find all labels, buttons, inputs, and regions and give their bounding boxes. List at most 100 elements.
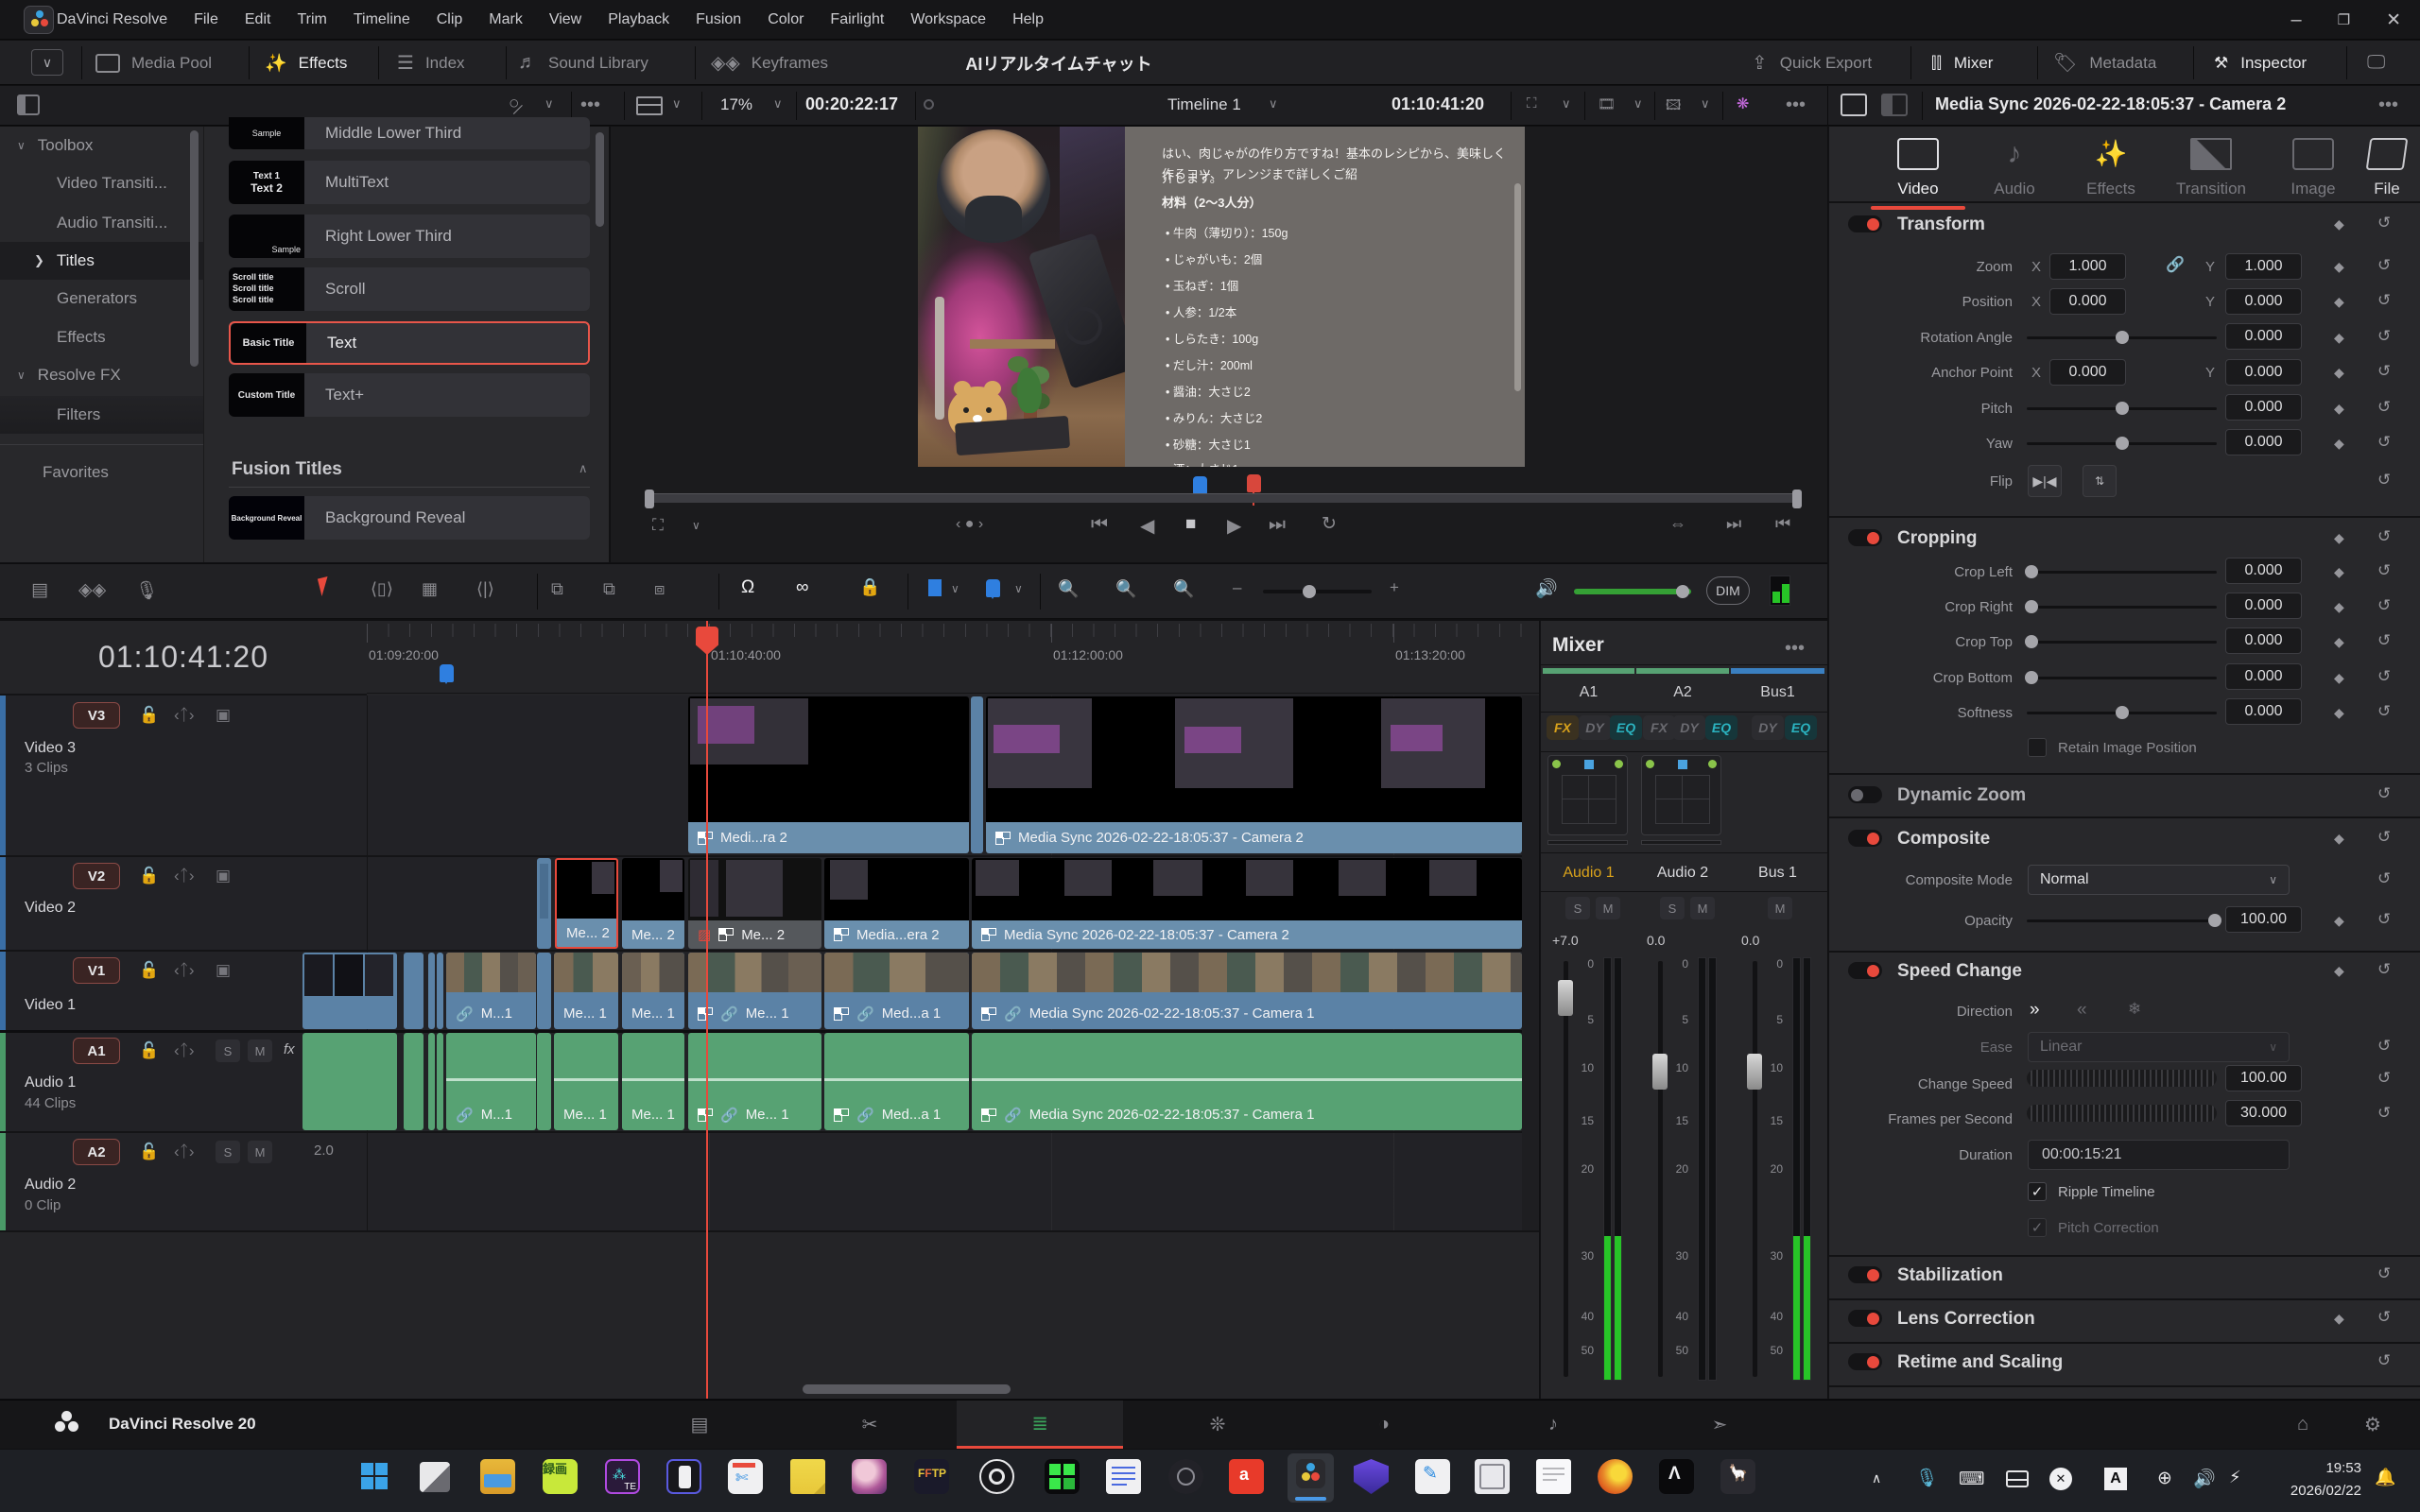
tray-expand-icon[interactable]: ∧ (1872, 1470, 1881, 1486)
menu-workspace[interactable]: Workspace (910, 11, 986, 28)
keyframe-icon[interactable]: ◆ (2334, 216, 2344, 232)
timeline-view-options-icon[interactable]: ▤ (31, 579, 48, 601)
dynamic-zoom-toggle[interactable] (1848, 786, 1882, 803)
taskbar-app-obs[interactable] (979, 1459, 1014, 1494)
crop-left-slider[interactable] (2027, 571, 2217, 574)
crop-bottom-slider[interactable] (2027, 677, 2217, 679)
mute-button[interactable]: M (248, 1141, 272, 1163)
mixer-value-a2[interactable]: 0.0 (1647, 933, 1665, 948)
taskbar-app-phone[interactable] (666, 1459, 701, 1494)
collapse-section-icon[interactable]: ∧ (579, 461, 588, 476)
taskbar-app-green[interactable]: 録画 (543, 1459, 578, 1494)
taskbar-app-doc[interactable] (1536, 1459, 1571, 1494)
title-item-middle-lower-third[interactable]: Sample Middle Lower Third (229, 117, 590, 149)
taskbar-app-a[interactable]: a (1229, 1459, 1264, 1494)
timeline-clip-v1-k[interactable]: 🔗Media Sync 2026-02-22-18:05:37 - Camera… (972, 953, 1522, 1029)
solo-button[interactable]: S (216, 1040, 240, 1062)
taskbar-davinci-active[interactable] (1288, 1453, 1334, 1503)
fx-icon[interactable]: fx (284, 1041, 295, 1057)
media-pool-button[interactable]: Media Pool (95, 41, 212, 85)
layout-icon[interactable] (636, 96, 663, 115)
timeline-clip-a1-d[interactable] (437, 1033, 443, 1130)
replace-clip-icon[interactable]: ⧈ (654, 579, 665, 599)
page-fairlight[interactable]: ♪ (1534, 1410, 1572, 1438)
zoom-detail-icon[interactable]: 🔍 (1115, 579, 1136, 599)
taskbar-app-green-blocks[interactable] (1045, 1459, 1080, 1494)
list-scrollbar[interactable] (596, 132, 604, 227)
timeline-clip-v1-h[interactable]: Me... 1 (622, 953, 684, 1029)
lock-icon[interactable]: 🔓 (139, 961, 159, 980)
flip-horizontal-button[interactable]: ▶|◀ (2028, 465, 2062, 497)
zoom-y-input[interactable]: 1.000 (2225, 253, 2302, 280)
menu-timeline[interactable]: Timeline (354, 11, 410, 28)
enhance-icon[interactable]: ❋ (1737, 94, 1749, 113)
filmstrip-icon[interactable]: ▣ (216, 867, 231, 885)
fader-knob-a1[interactable] (1558, 980, 1573, 1016)
timeline-clip-v1-i[interactable]: 🔗Me... 1 (688, 953, 821, 1029)
pan-bar-a1[interactable] (1547, 840, 1628, 845)
position-x-input[interactable]: 0.000 (2049, 288, 2126, 315)
timeline-clip-a1-c[interactable] (428, 1033, 435, 1130)
sidebar-item-favorites[interactable]: Favorites (0, 454, 203, 491)
zoom-custom-icon[interactable]: 🔍 (1173, 579, 1194, 599)
mixer-mute-bus1[interactable]: M (1768, 897, 1792, 919)
auto-select-icon[interactable]: ‹ᛏ› (174, 867, 195, 885)
dy-chip-bus1[interactable]: DY (1752, 715, 1784, 740)
menu-davinci-resolve[interactable]: DaVinci Resolve (57, 11, 167, 28)
yaw-input[interactable]: 0.000 (2225, 429, 2302, 455)
mixer-value-bus1[interactable]: 0.0 (1741, 933, 1759, 948)
mixer-mute-a2[interactable]: M (1690, 897, 1715, 919)
app-logo[interactable] (24, 6, 54, 34)
timeline-clip-v2-2[interactable]: Me... 2 (622, 858, 684, 949)
keyframes-button[interactable]: ◈◈ Keyframes (711, 41, 828, 85)
zoom-x-input[interactable]: 1.000 (2049, 253, 2126, 280)
trim-mode-icon[interactable]: ⟨▯⟩ (371, 579, 393, 599)
go-to-start-icon[interactable]: ⏮ (1091, 514, 1108, 536)
menu-edit[interactable]: Edit (245, 11, 271, 28)
zoom-out-icon[interactable]: – (1233, 578, 1241, 597)
taskbar-clock[interactable]: 19:53 2026/02/22 (2276, 1457, 2361, 1503)
next-edit-icon[interactable]: ⏭ (1726, 514, 1741, 534)
timeline-clip-v3-1[interactable]: Medi...ra 2 (688, 696, 969, 853)
maximize-icon[interactable]: ❐ (2338, 11, 2350, 28)
snapping-icon[interactable]: Ω (741, 577, 754, 598)
timeline-selector[interactable]: Timeline 1 (1167, 95, 1241, 114)
mixer-col-a2[interactable]: A2 (1636, 676, 1729, 710)
lock-icon[interactable]: 🔓 (139, 1041, 159, 1060)
home-icon[interactable]: ⌂ (2284, 1410, 2322, 1438)
panel-toggle-icon[interactable]: ∨ (31, 49, 63, 76)
match-frame-icon[interactable]: ⇔ (1669, 514, 1686, 534)
menu-fairlight[interactable]: Fairlight (830, 11, 884, 28)
timeline-clip-a1-f[interactable] (537, 1033, 551, 1130)
sidebar-item-effects[interactable]: Effects (0, 318, 203, 356)
options-icon[interactable]: ••• (580, 94, 600, 116)
timeline-h-scrollbar[interactable] (803, 1384, 1011, 1394)
play-icon[interactable]: ▶ (1227, 514, 1241, 538)
inspector-dual-icon[interactable] (1881, 94, 1908, 116)
timeline-clip-v1-b[interactable] (404, 953, 424, 1029)
zoom-in-icon[interactable]: + (1390, 578, 1399, 597)
taskbar-app-anime[interactable] (852, 1459, 887, 1494)
viewer-zoom-level[interactable]: 17% (720, 95, 752, 114)
fps-slider[interactable] (2027, 1105, 2217, 1122)
taskbar-app-journal[interactable] (1475, 1459, 1510, 1494)
opacity-input[interactable]: 100.00 (2225, 906, 2302, 933)
position-lock-icon[interactable]: 🔒 (859, 577, 880, 597)
mixer-col-a1[interactable]: A1 (1543, 676, 1634, 710)
mixer-options-icon[interactable]: ••• (1785, 638, 1805, 660)
taskbar-app-clipchamp[interactable]: ✄ (728, 1459, 763, 1494)
timeline-clip-v1-c[interactable] (428, 953, 435, 1029)
zoom-full-icon[interactable]: 🔍 (1058, 579, 1079, 599)
timeline-clip-a1-e[interactable]: 🔗M...1 (446, 1033, 536, 1130)
anchor-x-input[interactable]: 0.000 (2049, 359, 2126, 386)
transform-toggle[interactable] (1848, 215, 1882, 232)
composite-mode-select[interactable]: Normal ∨ (2028, 865, 2290, 895)
pan-bar-a2[interactable] (1641, 840, 1721, 845)
timeline-clip-a1-i[interactable]: 🔗Me... 1 (688, 1033, 821, 1130)
close-icon[interactable]: ✕ (2386, 9, 2401, 31)
timeline-clip-v3-3[interactable]: Media Sync 2026-02-22-18:05:37 - Camera … (986, 696, 1522, 853)
menu-mark[interactable]: Mark (489, 11, 523, 28)
mixer-name-a1[interactable]: Audio 1 (1543, 857, 1634, 889)
ease-select[interactable]: Linear ∨ (2028, 1032, 2290, 1062)
auto-select-icon[interactable]: ‹ᛏ› (174, 1143, 195, 1161)
